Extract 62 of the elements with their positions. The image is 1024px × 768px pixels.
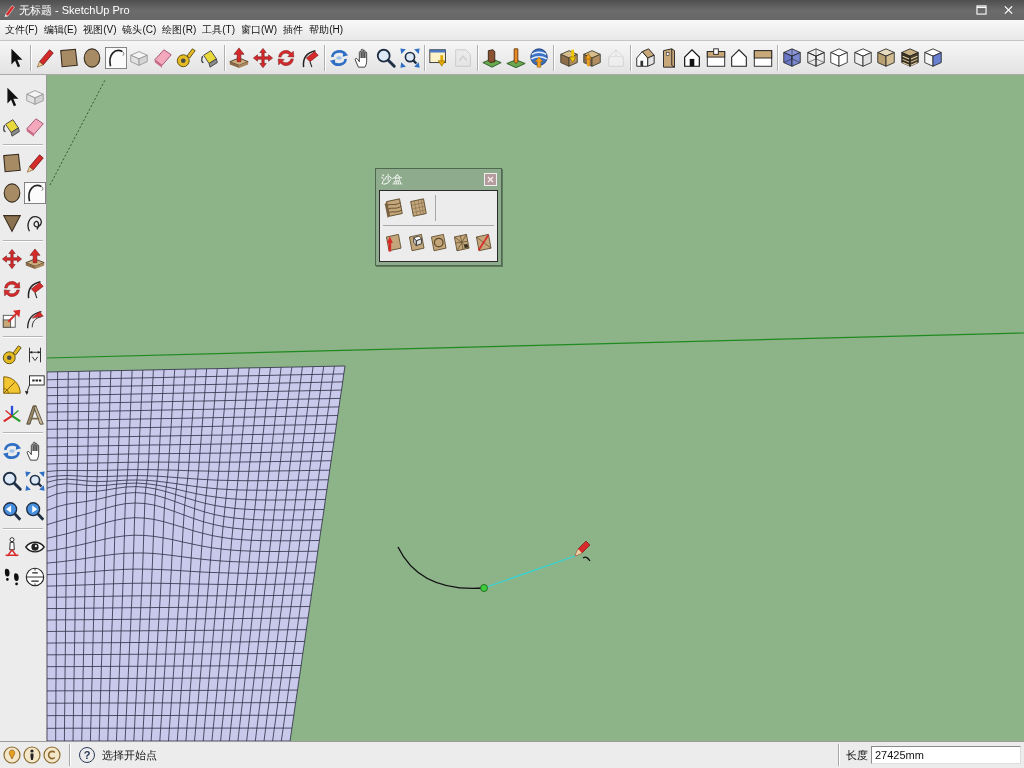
window-title: 无标题 - SketchUp Pro [19,2,130,18]
monochrome-cube-icon[interactable] [922,46,945,69]
arc-icon[interactable] [23,182,46,204]
length-field[interactable]: 27425mm [871,746,1021,764]
tile-arrow-icon[interactable] [383,232,404,254]
move-icon[interactable] [0,248,23,270]
scale-icon[interactable] [0,308,23,330]
section-plane-icon[interactable] [23,566,46,588]
previous-view-icon[interactable] [0,500,23,522]
zoom-icon[interactable] [0,470,23,492]
push-pull-icon[interactable] [23,248,46,270]
pencil-icon[interactable] [23,152,46,174]
globe-icon[interactable] [528,46,551,69]
marker-on-ground-icon[interactable] [504,46,527,69]
person-circle-icon[interactable] [23,746,41,764]
menu-item[interactable]: 帮助(H) [306,21,347,39]
transparent-cube-icon[interactable] [781,46,804,69]
copyright-icon[interactable] [43,746,61,764]
length-label: 长度 [846,747,868,763]
box-front-icon[interactable] [704,46,727,69]
textured-cube-icon[interactable] [898,46,921,69]
pencil-cursor-icon [574,540,591,562]
menu-item[interactable]: 文件(F) [2,21,41,39]
zoom-icon[interactable] [375,46,398,69]
eraser-icon[interactable] [151,46,174,69]
cube-outline-icon[interactable] [851,46,874,69]
eraser-icon[interactable] [23,116,46,138]
menu-item[interactable]: 镜头(C) [119,21,160,39]
triangle-icon[interactable] [0,212,23,234]
app-icon [3,3,16,17]
menu-item[interactable]: 绘图(R) [159,21,200,39]
pencil-icon[interactable] [34,46,57,69]
endpoint-marker-icon [480,584,488,592]
paint-bucket-icon[interactable] [0,116,23,138]
zoom-extents-icon[interactable] [23,470,46,492]
next-view-icon[interactable] [23,500,46,522]
tape-measure-icon[interactable] [0,344,23,366]
cube-outline-icon[interactable] [828,46,851,69]
menu-item[interactable]: 工具(T) [199,21,239,39]
menu-item[interactable]: 视图(V) [80,21,120,39]
grid-tile-icon[interactable] [407,197,429,219]
menu-item[interactable]: 插件 [280,21,307,39]
menu-item[interactable]: 编辑(E) [40,21,81,39]
shaded-cube-icon[interactable] [875,46,898,69]
house-icon[interactable] [634,46,657,69]
status-hint: 选择开始点 [102,747,157,763]
a-frame-icon[interactable] [23,404,46,426]
contour-tile-icon[interactable] [383,197,405,219]
move-icon[interactable] [251,46,274,69]
menu-item[interactable]: 窗口(W) [238,21,281,39]
tile-diagonal-icon[interactable] [473,232,494,254]
label-leader-icon[interactable] [23,374,46,396]
protractor-icon[interactable] [0,374,23,396]
panel-title: 沙盒 [381,172,403,187]
push-pull-icon[interactable] [228,46,251,69]
wireframe-cube-icon[interactable] [804,46,827,69]
zoom-extents-icon[interactable] [398,46,421,69]
maximize-icon[interactable] [976,5,987,15]
location-circle-icon[interactable] [3,746,21,764]
arc-icon[interactable] [104,46,127,69]
block-on-map-icon[interactable] [481,46,504,69]
tape-measure-icon[interactable] [175,46,198,69]
